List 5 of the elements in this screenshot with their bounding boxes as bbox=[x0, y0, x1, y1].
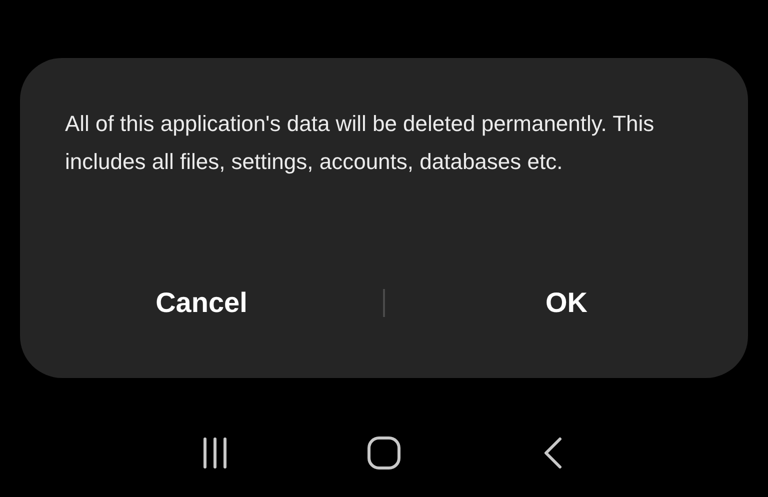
home-icon[interactable] bbox=[366, 436, 401, 470]
dialog-button[interactable]: Cancel bbox=[20, 278, 383, 328]
back-icon[interactable] bbox=[543, 437, 564, 469]
dialog-button[interactable]: OK bbox=[385, 278, 748, 328]
dialog-message: All of this application's data will be deleted permanently. This includes all files, settings, accounts, databases etc. bbox=[65, 110, 656, 176]
